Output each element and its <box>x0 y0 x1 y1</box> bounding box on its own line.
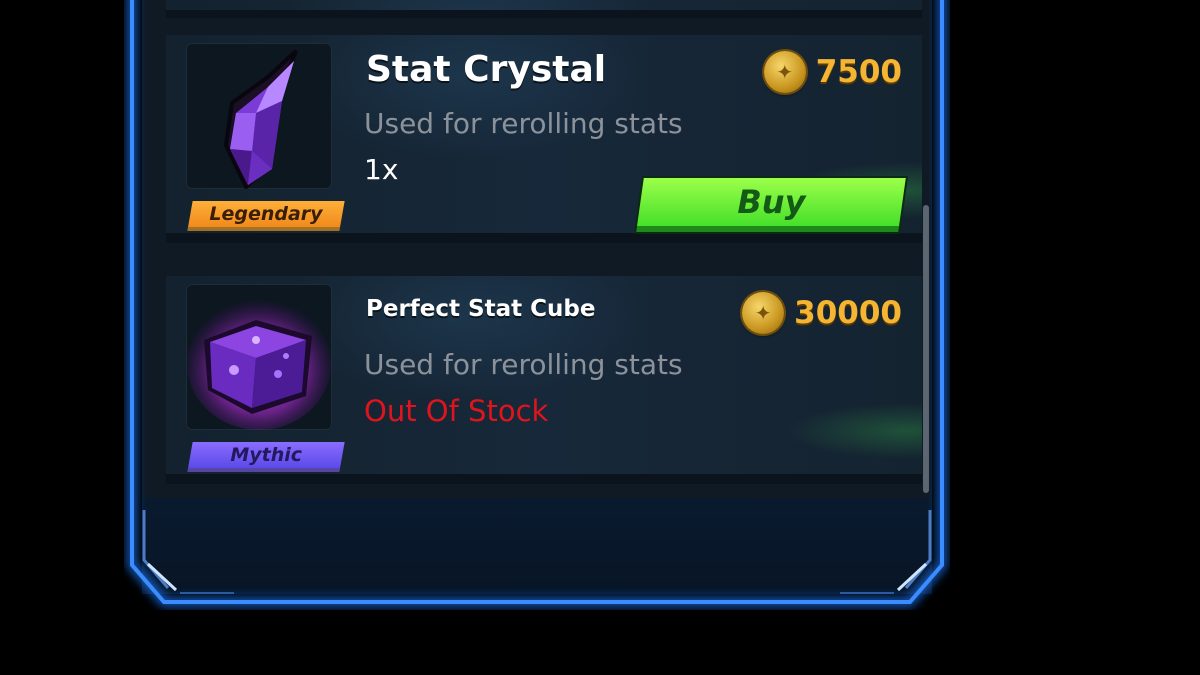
panel-frame <box>124 0 950 610</box>
